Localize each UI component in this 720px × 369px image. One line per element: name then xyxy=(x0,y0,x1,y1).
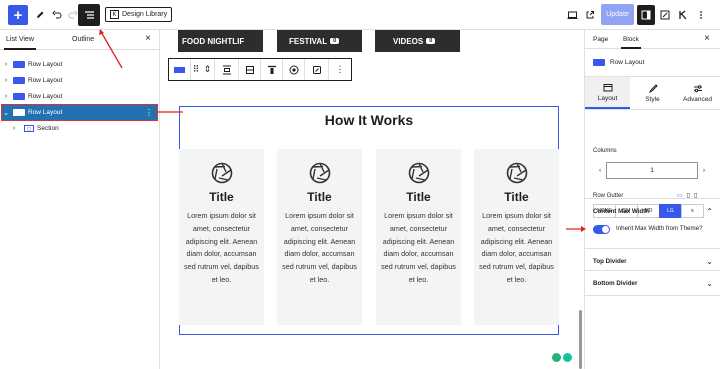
annotation-arrowhead xyxy=(99,29,104,35)
editor-app: + K Design Library Update List View Outl… xyxy=(0,0,720,369)
annotation-arrow-outline xyxy=(99,29,123,69)
annotation-arrowhead xyxy=(581,226,586,232)
annotation-arrows xyxy=(99,29,586,232)
